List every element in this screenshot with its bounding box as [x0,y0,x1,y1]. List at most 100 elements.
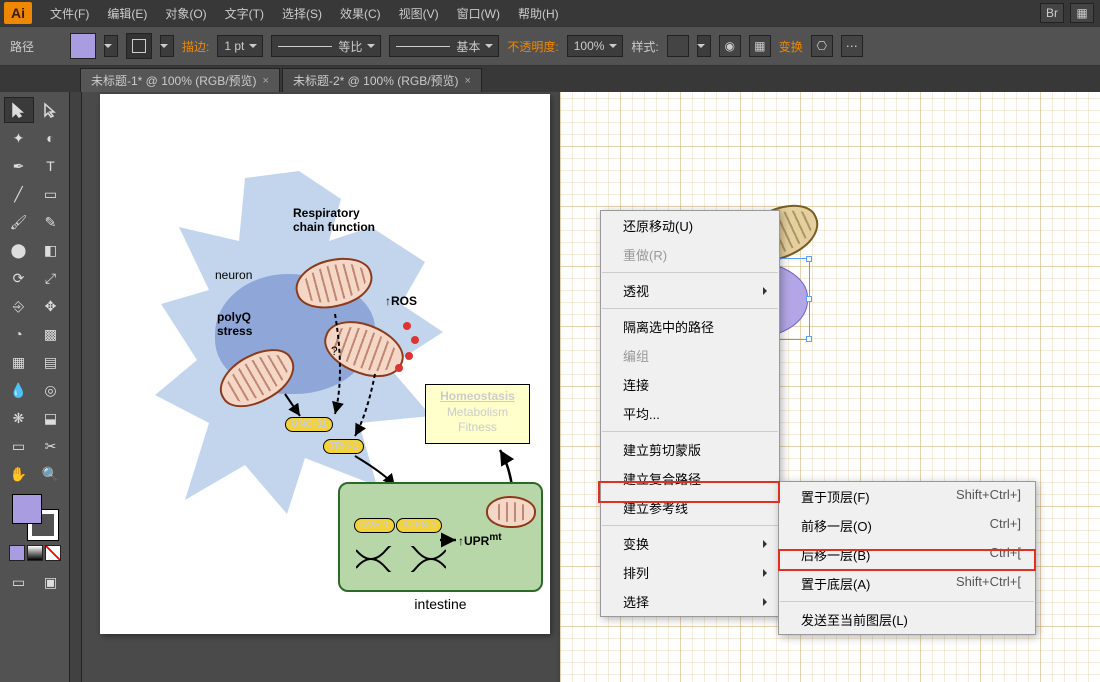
perspective-grid-tool[interactable]: ▩ [36,321,66,347]
control-bar: 路径 描边: 1 pt 等比 基本 不透明度: 100% 样式: ◉ ▦ 变换 … [0,26,1100,66]
homeostasis-box: Homeostasis Metabolism Fitness [425,384,530,444]
submenu-send-back[interactable]: 置于底层(A) Shift+Ctrl+[ [779,569,1035,598]
pen-tool[interactable]: ✒ [4,153,34,179]
menu-type[interactable]: 文字(T) [217,1,272,26]
ctx-join[interactable]: 连接 [601,370,779,399]
color-mode-none[interactable] [45,545,61,561]
style-swatch[interactable] [667,35,689,57]
ruler-gutter [70,92,82,682]
menu-edit[interactable]: 编辑(E) [99,1,155,26]
document-tab-bar: 未标题-1* @ 100% (RGB/预览) × 未标题-2* @ 100% (… [0,66,1100,92]
transform-label[interactable]: 变换 [779,38,803,55]
ctx-average[interactable]: 平均... [601,399,779,428]
submenu-shortcut: Shift+Ctrl+] [956,487,1021,506]
paintbrush-tool[interactable]: 🖌 [4,209,34,235]
eraser-tool[interactable]: ◧ [36,237,66,263]
scale-tool[interactable]: ⤢ [36,265,66,291]
ctx-select[interactable]: 选择 [601,587,779,616]
resize-handle[interactable] [806,336,812,342]
stroke-swatch[interactable] [126,33,152,59]
ctx-isolate-path[interactable]: 隔离选中的路径 [601,312,779,341]
eyedropper-tool[interactable]: 💧 [4,377,34,403]
more-icon[interactable]: ⋯ [841,35,863,57]
symbol-sprayer-tool[interactable]: ❋ [4,405,34,431]
close-icon[interactable]: × [263,75,269,87]
tab-label: 未标题-1* @ 100% (RGB/预览) [91,72,257,89]
screen-mode-full[interactable]: ▣ [36,569,66,595]
menu-help[interactable]: 帮助(H) [510,1,567,26]
submenu-label: 后移一层(B) [801,545,870,564]
brush-dropdown[interactable]: 基本 [389,35,499,57]
color-mode-gradient[interactable] [27,545,43,561]
menu-file[interactable]: 文件(F) [42,1,97,26]
menu-window[interactable]: 窗口(W) [449,1,508,26]
submenu-bring-front[interactable]: 置于顶层(F) Shift+Ctrl+] [779,482,1035,511]
hand-tool[interactable]: ✋ [4,461,34,487]
submenu-label: 发送至当前图层(L) [801,610,908,629]
q1-label: ? [331,344,338,358]
selection-tool[interactable] [4,97,34,123]
blob-brush-tool[interactable]: ⬤ [4,237,34,263]
bridge-icon[interactable]: Br [1040,3,1064,23]
blend-tool[interactable]: ◎ [36,377,66,403]
ctx-undo-move[interactable]: 还原移动(U) [601,211,779,240]
ctx-arrange[interactable]: 排列 [601,558,779,587]
mitochondrion-icon [486,496,536,528]
ctx-make-clip[interactable]: 建立剪切蒙版 [601,435,779,464]
menu-object[interactable]: 对象(O) [157,1,214,26]
shape-builder-tool[interactable]: ◔ [4,321,34,347]
isolate-icon[interactable]: ⎔ [811,35,833,57]
graph-tool[interactable]: ⬓ [36,405,66,431]
artboard-tool[interactable]: ▭ [4,433,34,459]
submenu-send-backward[interactable]: 后移一层(B) Ctrl+[ [779,540,1035,569]
color-well[interactable] [12,494,58,540]
stroke-weight-dropdown[interactable]: 1 pt [217,35,263,57]
style-label: 样式: [631,38,658,55]
opacity-dropdown[interactable]: 100% [567,35,624,57]
document-tab-2[interactable]: 未标题-2* @ 100% (RGB/预览) × [282,68,482,92]
color-mode-solid[interactable] [9,545,25,561]
fill-swatch[interactable] [70,33,96,59]
close-icon[interactable]: × [465,75,471,87]
submenu-shortcut: Ctrl+[ [990,545,1021,564]
submenu-bring-forward[interactable]: 前移一层(O) Ctrl+] [779,511,1035,540]
style-dropdown[interactable] [697,35,711,57]
rectangle-tool[interactable]: ▭ [36,181,66,207]
line-tool[interactable]: ╱ [4,181,34,207]
ctx-make-compound[interactable]: 建立复合路径 [601,464,779,493]
recolor-icon[interactable]: ◉ [719,35,741,57]
stroke-profile-dropdown[interactable]: 等比 [271,35,381,57]
stroke-dropdown[interactable] [160,35,174,57]
submenu-shortcut: Shift+Ctrl+[ [956,574,1021,593]
submenu-label: 置于顶层(F) [801,487,870,506]
magic-wand-tool[interactable]: ✦ [4,125,34,151]
gradient-tool[interactable]: ▤ [36,349,66,375]
lasso-tool[interactable]: ◐ [36,125,66,151]
menu-select[interactable]: 选择(S) [274,1,330,26]
fill-color-swatch[interactable] [12,494,42,524]
menu-view[interactable]: 视图(V) [391,1,447,26]
fill-dropdown[interactable] [104,35,118,57]
ctx-redo: 重做(R) [601,240,779,269]
pencil-tool[interactable]: ✎ [36,209,66,235]
layout-icon[interactable]: ▦ [1070,3,1094,23]
ctx-make-guides[interactable]: 建立参考线 [601,493,779,522]
width-tool[interactable]: ⎆ [4,293,34,319]
direct-selection-tool[interactable] [36,97,66,123]
menu-effect[interactable]: 效果(C) [332,1,389,26]
free-transform-tool[interactable]: ✥ [36,293,66,319]
rotate-tool[interactable]: ⟳ [4,265,34,291]
opacity-label: 不透明度: [507,38,558,55]
submenu-shortcut: Ctrl+] [990,516,1021,535]
document-tab-1[interactable]: 未标题-1* @ 100% (RGB/预览) × [80,68,280,92]
ctx-perspective[interactable]: 透视 [601,276,779,305]
resize-handle[interactable] [806,296,812,302]
screen-mode-normal[interactable]: ▭ [4,569,34,595]
zoom-tool[interactable]: 🔍 [36,461,66,487]
resize-handle[interactable] [806,256,812,262]
ctx-transform[interactable]: 变换 [601,529,779,558]
mesh-tool[interactable]: ▦ [4,349,34,375]
align-icon[interactable]: ▦ [749,35,771,57]
slice-tool[interactable]: ✂ [36,433,66,459]
type-tool[interactable]: T [36,153,66,179]
